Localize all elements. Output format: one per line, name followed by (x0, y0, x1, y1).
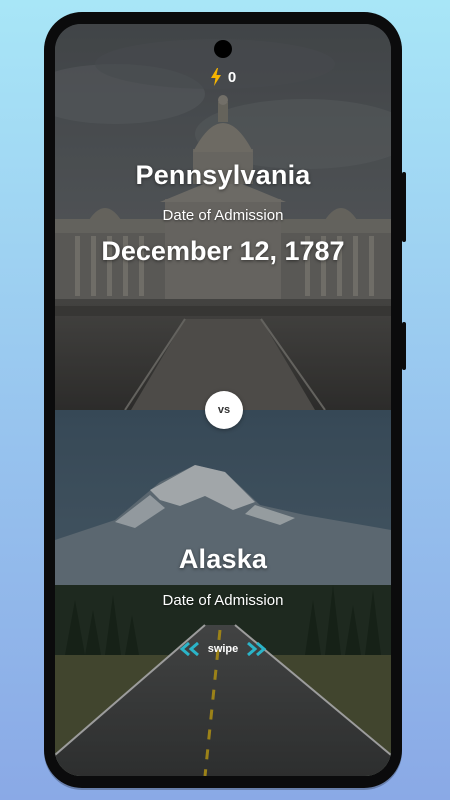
volume-button (402, 322, 406, 370)
power-button (402, 172, 406, 242)
top-card-value: December 12, 1787 (101, 236, 345, 266)
front-camera (214, 40, 232, 58)
lightning-bolt-icon (210, 68, 221, 86)
swipe-label: swipe (207, 643, 239, 655)
score-display: 0 (55, 68, 391, 86)
bottom-card-title: Alaska (178, 544, 268, 574)
double-chevron-right-icon (247, 642, 267, 656)
top-card-label: Date of Admission (162, 207, 284, 224)
vs-badge: vs (205, 391, 243, 429)
bottom-card-label: Date of Admission (162, 592, 284, 609)
phone-frame: 0 Pennsylvania Date of Admission Decembe… (44, 12, 406, 788)
score-value: 0 (227, 68, 237, 86)
swipe-hint[interactable]: swipe (55, 642, 391, 656)
app-screen: 0 Pennsylvania Date of Admission Decembe… (55, 24, 391, 776)
double-chevron-left-icon (179, 642, 199, 656)
top-card-title: Pennsylvania (135, 160, 311, 190)
bottom-comparison-card[interactable]: Alaska Date of Admission swipe (55, 410, 391, 776)
